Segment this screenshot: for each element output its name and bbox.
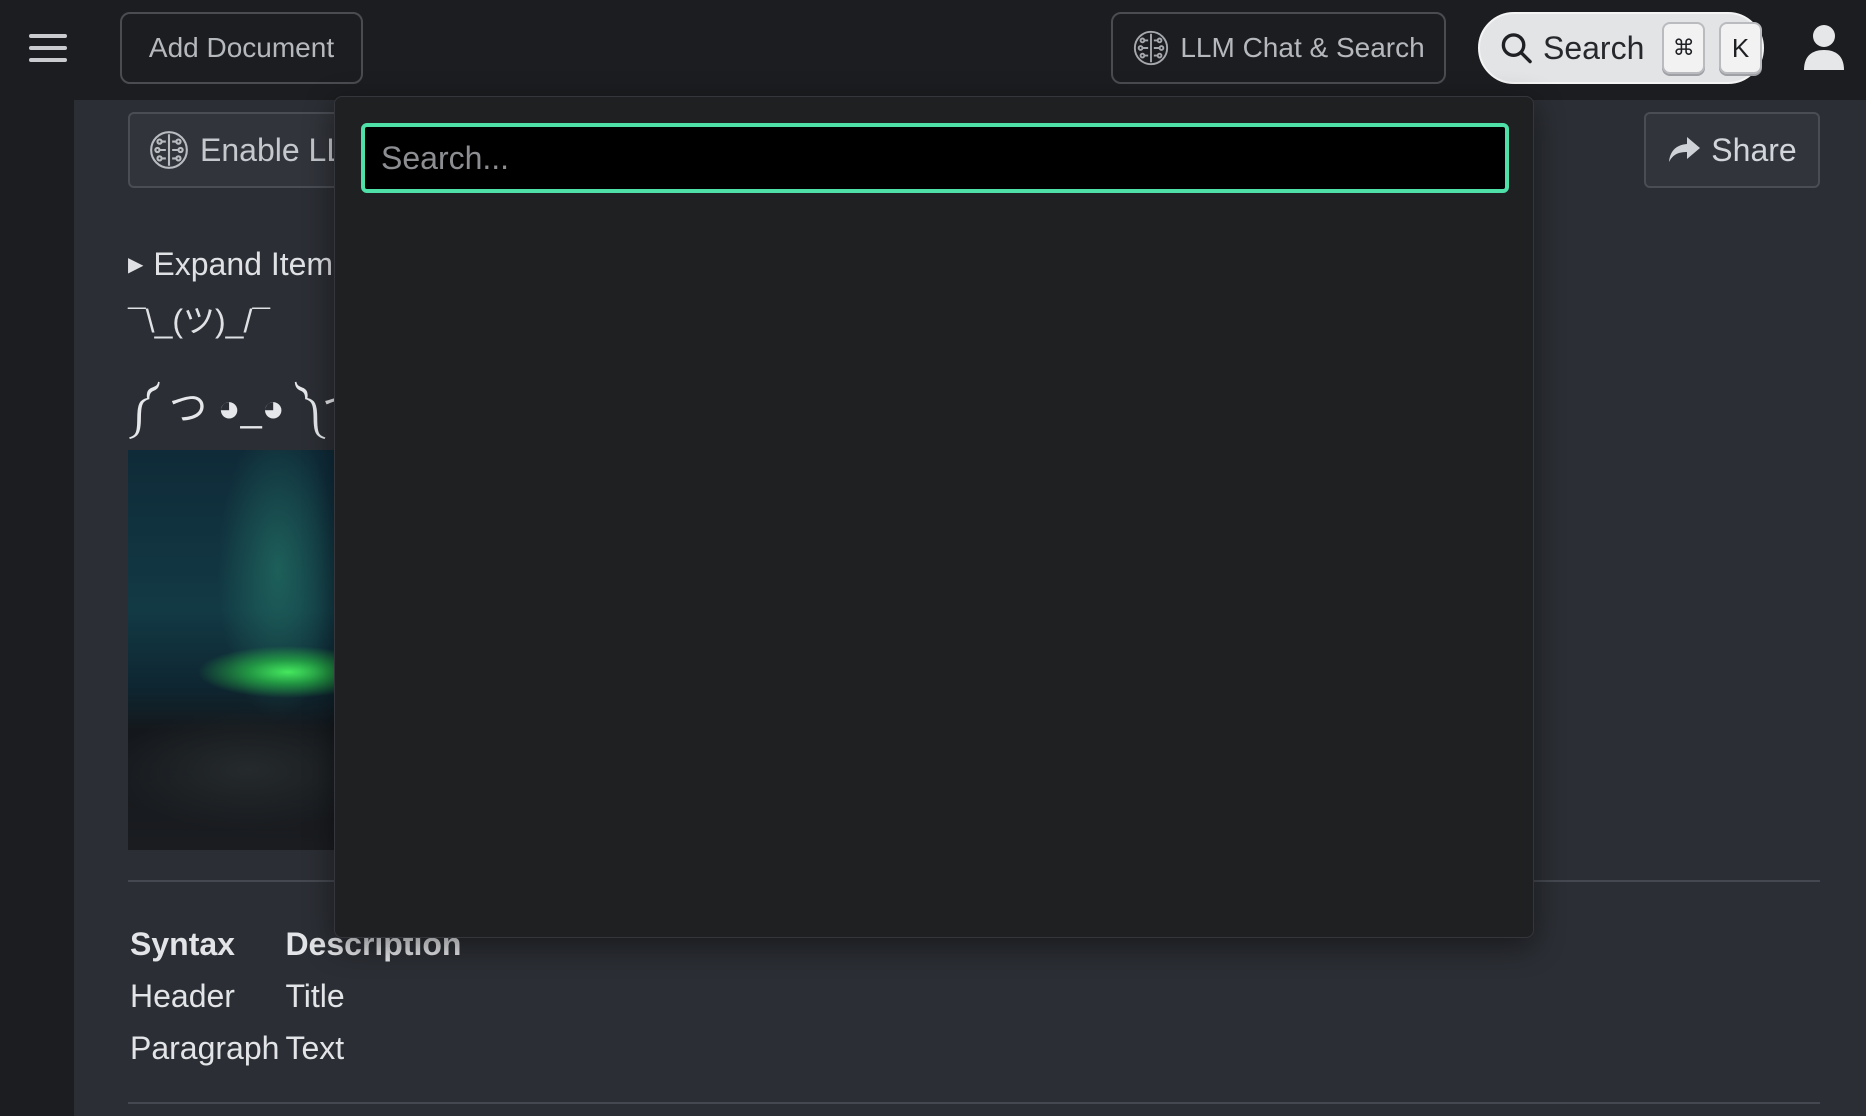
table-cell: Text <box>285 1029 345 1066</box>
search-label: Search <box>1542 29 1645 66</box>
hamburger-menu-icon[interactable] <box>26 30 70 66</box>
top-navigation-bar: Add Document LLM Chat & Search Search ⌘ … <box>0 0 1866 100</box>
table-header-cell: Syntax <box>130 925 235 962</box>
table-cell: Header <box>130 977 235 1014</box>
table-row: Paragraph Text <box>128 1022 465 1074</box>
table-cell: Title <box>285 977 345 1014</box>
disclosure-triangle-icon: ▶ <box>128 254 144 276</box>
search-input[interactable] <box>361 123 1509 193</box>
app-page: Enable LLM Share ▶ Expand Items ¯\_(ツ)_/¯… <box>0 0 1866 1116</box>
search-modal <box>334 96 1534 938</box>
llm-chat-search-label: LLM Chat & Search <box>1180 32 1425 63</box>
expand-items-toggle[interactable]: ▶ Expand Items <box>128 246 349 283</box>
syntax-table: Syntax Description Header Title Paragrap… <box>128 918 465 1074</box>
command-key-badge: ⌘ <box>1662 22 1706 74</box>
user-profile-icon[interactable] <box>1802 24 1846 72</box>
table-row: Header Title <box>128 970 465 1022</box>
table-cell: Paragraph <box>130 1029 280 1066</box>
search-button[interactable]: Search ⌘ K <box>1478 12 1764 84</box>
shrug-text: ¯\_(ツ)_/¯ <box>128 303 271 339</box>
share-label: Share <box>1711 131 1797 168</box>
llm-chat-search-button[interactable]: LLM Chat & Search <box>1111 12 1446 84</box>
share-button[interactable]: Share <box>1644 112 1820 188</box>
brain-icon <box>150 131 188 169</box>
expand-items-label: Expand Items <box>153 246 350 282</box>
k-key-badge: K <box>1719 22 1762 74</box>
add-document-button[interactable]: Add Document <box>120 12 363 84</box>
brain-icon <box>1134 30 1169 66</box>
divider <box>128 1102 1820 1104</box>
add-document-label: Add Document <box>148 32 335 63</box>
magnifier-icon <box>1501 33 1532 64</box>
share-icon <box>1669 137 1701 162</box>
